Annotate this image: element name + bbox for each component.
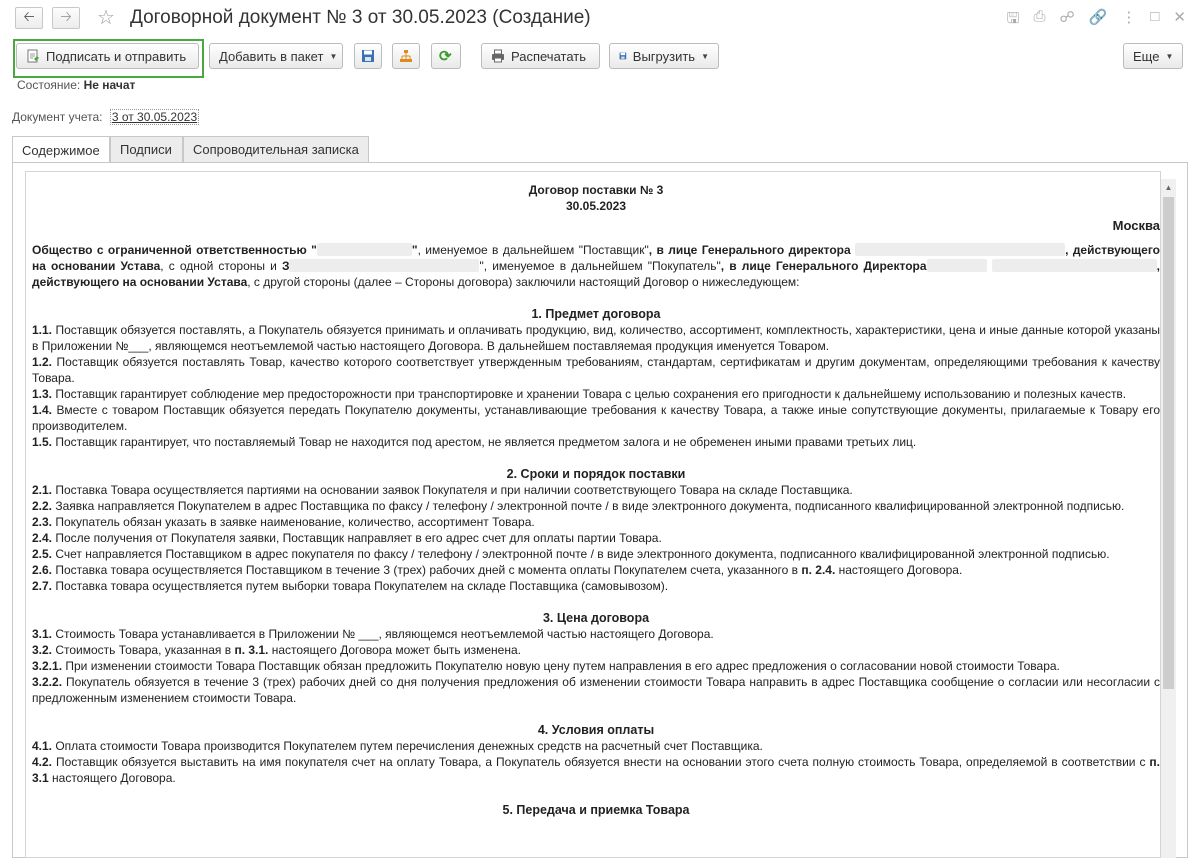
more-button[interactable]: Еще ▼ — [1123, 43, 1183, 69]
clause: 1.4. Вместе с товаром Поставщик обязуетс… — [32, 403, 1160, 433]
clause: 1.1. Поставщик обязуется поставлять, а П… — [32, 323, 1160, 353]
arrow-left-icon: 🡠 — [23, 8, 35, 24]
tab-cover-note[interactable]: Сопроводительная записка — [183, 136, 369, 162]
add-to-package-button[interactable]: Добавить в пакет ▼ — [209, 43, 343, 69]
chevron-down-icon: ▼ — [329, 51, 338, 61]
save-button[interactable] — [354, 43, 382, 69]
structure-button[interactable] — [392, 43, 420, 69]
printer-icon — [492, 49, 504, 63]
maximize-icon[interactable]: □ — [1150, 8, 1159, 33]
redacted-block — [855, 243, 1066, 256]
account-document-field: Документ учета: 3 от 30.05.2023 — [12, 109, 200, 125]
clause: 1.2. Поставщик обязуется поставлять Това… — [32, 355, 1160, 385]
doc-date: 30.05.2023 — [565, 199, 627, 213]
tab-content[interactable]: Содержимое — [12, 136, 110, 163]
clause: 4.2. Поставщик обязуется выставить на им… — [32, 755, 1160, 785]
clause: 3.1. Стоимость Товара устанавливается в … — [32, 627, 714, 641]
window-icons: 🖫 ⎙ ☍ 🔗 ⋮ □ ✕ — [1007, 8, 1186, 33]
title-bar: 🡠 🡢 ☆ Договорной документ № 3 от 30.05.2… — [0, 0, 1200, 36]
floppy-icon — [362, 50, 374, 62]
clause: 2.7. Поставка товара осуществляется путе… — [32, 579, 669, 593]
doc-city: Москва — [1112, 218, 1160, 233]
account-document-link[interactable]: 3 от 30.05.2023 — [109, 109, 200, 125]
hierarchy-icon — [400, 50, 412, 62]
doc-intro: Общество с ограниченной ответственностью… — [32, 243, 1160, 289]
toolbar: Подписать и отправить Добавить в пакет ▼… — [0, 40, 1200, 76]
refresh-button[interactable]: ⟳ — [431, 43, 461, 69]
chevron-down-icon: ▼ — [701, 51, 709, 61]
vertical-scrollbar[interactable]: ▲ — [1161, 179, 1176, 858]
redacted-block — [926, 259, 987, 272]
preview-icon[interactable]: ☍ — [1059, 8, 1074, 33]
document-content: Договор поставки № 3 30.05.2023 Москва О… — [32, 182, 1160, 818]
clause: 3.2.1. При изменении стоимости Товара По… — [32, 659, 1060, 673]
arrow-right-icon: 🡢 — [60, 8, 72, 24]
section-title: 2. Сроки и порядок поставки — [506, 467, 686, 481]
status-line: Состояние: Не начат — [17, 78, 136, 92]
favorite-star-icon[interactable]: ☆ — [97, 5, 115, 30]
tab-signatures[interactable]: Подписи — [110, 136, 183, 162]
clause: 2.5. Счет направляется Поставщиком в адр… — [32, 547, 1110, 561]
status-value: Не начат — [83, 78, 136, 92]
chevron-down-icon: ▼ — [1165, 51, 1174, 61]
redacted-block — [316, 243, 412, 256]
clause: 2.6. Поставка товара осуществляется Пост… — [32, 563, 963, 577]
print-icon[interactable]: ⎙ — [1033, 8, 1045, 33]
window-title: Договорной документ № 3 от 30.05.2023 (С… — [130, 7, 591, 28]
clause: 4.1. Оплата стоимости Товара производитс… — [32, 739, 763, 753]
clause: 2.2. Заявка направляется Покупателем в а… — [32, 499, 1125, 513]
scroll-up-icon[interactable]: ▲ — [1161, 179, 1176, 195]
refresh-icon: ⟳ — [439, 48, 452, 65]
sign-and-send-button[interactable]: Подписать и отправить — [16, 43, 199, 69]
link-icon[interactable]: 🔗 — [1089, 8, 1108, 33]
section-title: 1. Предмет договора — [531, 307, 661, 321]
floppy-icon — [619, 52, 627, 60]
back-button[interactable]: 🡠 — [15, 7, 43, 29]
clause: 2.4. После получения от Покупателя заявк… — [32, 531, 662, 545]
clause: 1.3. Поставщик гарантирует соблюдение ме… — [32, 387, 1127, 401]
section-title: 4. Условия оплаты — [537, 723, 655, 737]
clause: 1.5. Поставщик гарантирует, что поставля… — [32, 435, 917, 449]
save-icon[interactable]: 🖫 — [1007, 8, 1020, 33]
clause: 2.1. Поставка Товара осуществляется парт… — [32, 483, 853, 497]
scrollbar-thumb[interactable] — [1163, 197, 1174, 689]
doc-title: Договор поставки № 3 — [528, 183, 664, 197]
section-title: 5. Передача и приемка Товара — [502, 803, 690, 817]
menu-icon[interactable]: ⋮ — [1121, 8, 1136, 33]
clause: 3.2.2. Покупатель обязуется в течение 3 … — [32, 675, 1160, 705]
document-view[interactable]: Договор поставки № 3 30.05.2023 Москва О… — [25, 171, 1161, 858]
export-button[interactable]: Выгрузить ▼ — [609, 43, 719, 69]
section-title: 3. Цена договора — [542, 611, 650, 625]
redacted-block — [991, 259, 1157, 272]
clause: 3.2. Стоимость Товара, указанная в п. 3.… — [32, 643, 521, 657]
sign-document-icon — [27, 49, 39, 63]
forward-button[interactable]: 🡢 — [52, 7, 80, 29]
print-button[interactable]: Распечатать — [481, 43, 600, 69]
clause: 2.3. Покупатель обязан указать в заявке … — [32, 515, 535, 529]
redacted-block — [289, 259, 480, 272]
close-icon[interactable]: ✕ — [1173, 8, 1186, 33]
